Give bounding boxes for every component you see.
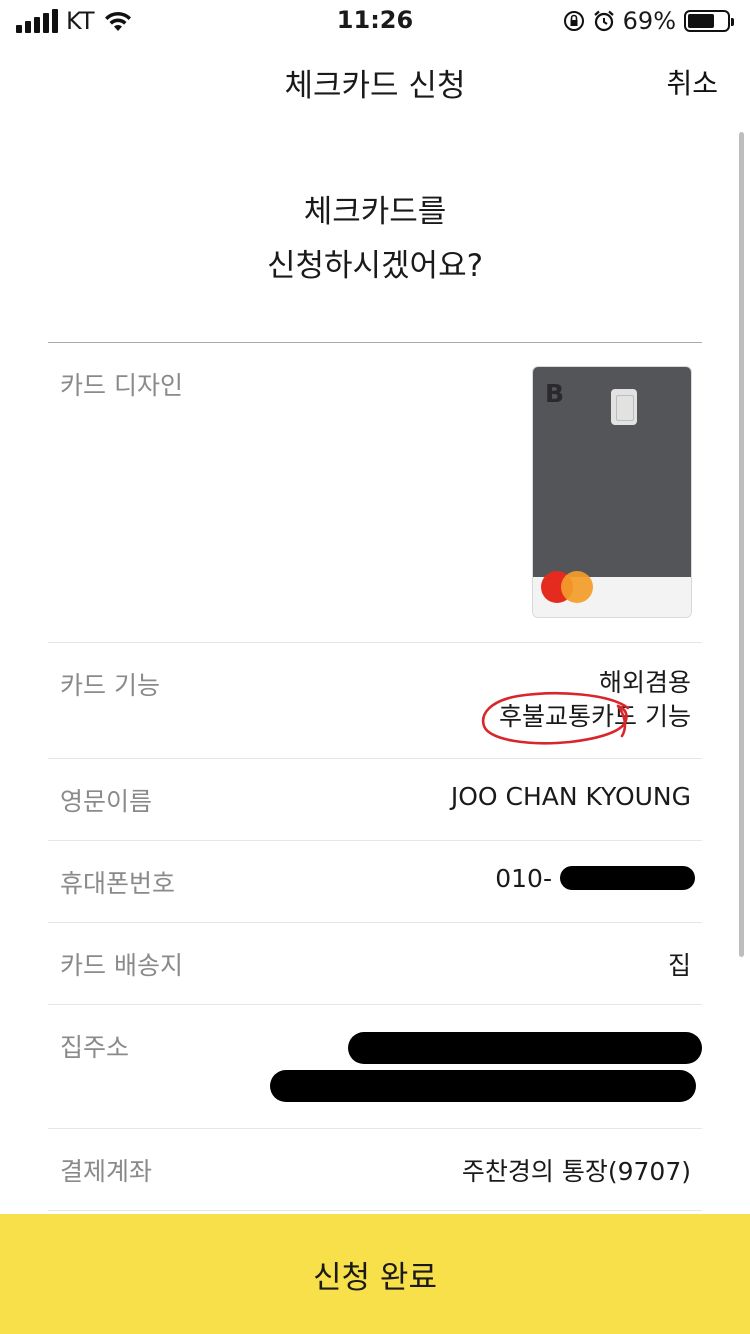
delivery-value: 집 [667,951,691,980]
card-chip-icon [611,389,637,425]
alarm-icon [593,10,614,32]
address-redaction-line-2 [270,1070,696,1102]
card-design-label: 카드 디자인 [60,371,183,400]
row-divider [48,758,702,759]
payment-account-label: 결제계좌 [60,1157,153,1186]
red-annotation-circle [481,692,630,745]
status-right: 69% [563,6,734,36]
orientation-lock-icon [563,11,584,31]
page-title: 체크카드 신청 [284,68,466,104]
home-address-label: 집주소 [60,1033,130,1062]
section-divider [48,342,702,343]
address-redaction-line-1 [348,1032,702,1064]
phone-label: 휴대폰번호 [60,869,176,898]
battery-percent: 69% [622,7,676,35]
delivery-label: 카드 배송지 [60,951,183,980]
headline-line-2: 신청하시겠어요? [266,248,484,284]
row-divider [48,642,702,643]
row-divider [48,840,702,841]
row-divider [48,1210,702,1211]
mastercard-logo-orange [561,571,593,603]
payment-account-value: 주찬경의 통장(9707) [461,1157,691,1186]
english-name-value: JOO CHAN KYOUNG [450,782,691,811]
battery-level-fill [688,14,715,28]
confirm-headline: 체크카드를 신청하시겠어요? [0,185,750,293]
row-divider [48,1004,702,1005]
status-bar: KT 11:26 69% [0,0,750,44]
apply-complete-button[interactable]: 신청 완료 [0,1214,750,1334]
screen: KT 11:26 69% 체크카드 신청 취소 체크카드를 신청하시겠어요? 카… [0,0,750,1334]
battery-icon [684,10,734,32]
phone-prefix: 010- [495,864,552,893]
phone-redaction [560,866,695,890]
card-design-preview: B [532,366,692,618]
card-function-label: 카드 기능 [60,671,160,700]
card-brand-logo: B [545,379,565,408]
headline-line-1: 체크카드를 [303,194,447,230]
row-divider [48,1128,702,1129]
cancel-button[interactable]: 취소 [666,62,718,102]
english-name-label: 영문이름 [60,787,153,816]
row-divider [48,922,702,923]
